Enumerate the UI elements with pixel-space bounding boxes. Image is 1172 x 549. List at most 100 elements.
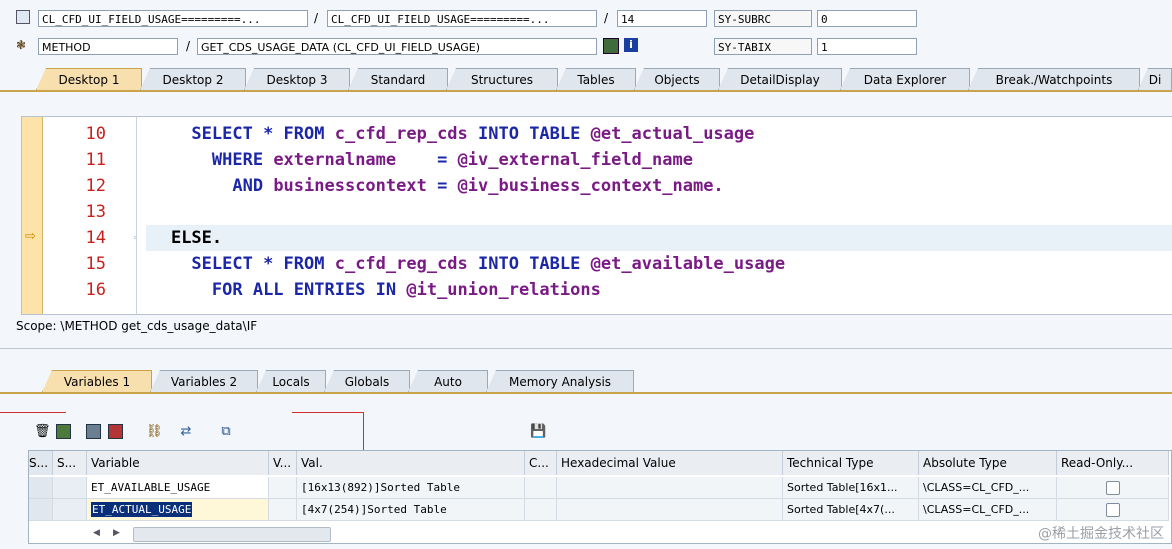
- tab-data-explorer[interactable]: Data Explorer: [840, 68, 970, 90]
- code-text: AND businesscontext = @iv_business_conte…: [232, 176, 724, 196]
- col-header-technical-type[interactable]: Technical Type: [783, 451, 919, 475]
- col-header-status-2[interactable]: S...: [53, 451, 87, 475]
- line-number: 14: [85, 228, 106, 248]
- technical-type-cell: Sorted Table[4x7(...: [783, 499, 919, 521]
- window-icon[interactable]: ⧉: [218, 424, 234, 440]
- code-line-current: 14 ELSE.: [22, 225, 1172, 251]
- share-icon[interactable]: ⇄: [178, 424, 194, 440]
- value-cell[interactable]: [16x13(892)]Sorted Table: [297, 477, 525, 499]
- tab-locals[interactable]: Locals: [256, 370, 326, 392]
- code-line: 10 SELECT * FROM c_cfd_rep_cds INTO TABL…: [22, 121, 1172, 147]
- tab-desktop-2[interactable]: Desktop 2: [140, 68, 246, 90]
- read-only-cell: [1057, 499, 1169, 521]
- line-number: 11: [85, 150, 106, 170]
- class-field[interactable]: CL_CFD_UI_FIELD_USAGE=========...: [38, 10, 308, 27]
- v-cell: [269, 477, 297, 499]
- technical-type-cell: Sorted Table[16x1...: [783, 477, 919, 499]
- tab-detaildisplay[interactable]: DetailDisplay: [718, 68, 842, 90]
- code-text: WHERE externalname = @iv_external_field_…: [211, 150, 693, 170]
- variables-load-icon[interactable]: [56, 424, 71, 439]
- horizontal-scrollbar[interactable]: [133, 527, 331, 542]
- selected-variable-text: ET_ACTUAL_USAGE: [91, 502, 193, 517]
- col-header-read-only[interactable]: Read-Only...: [1057, 451, 1169, 475]
- tab-objects[interactable]: Objects: [634, 68, 720, 90]
- variable-cell-selected[interactable]: ET_ACTUAL_USAGE: [87, 499, 269, 521]
- tab-tables[interactable]: Tables: [556, 68, 636, 90]
- variables-save-icon[interactable]: [86, 424, 101, 439]
- include-field[interactable]: CL_CFD_UI_FIELD_USAGE=========...: [327, 10, 597, 27]
- line-number: 13: [85, 202, 106, 222]
- row-selector[interactable]: [29, 477, 53, 499]
- method-field[interactable]: GET_CDS_USAGE_DATA (CL_CFD_UI_FIELD_USAG…: [197, 38, 597, 55]
- variables-tabstrip: Variables 1 Variables 2 Locals Globals A…: [0, 370, 1172, 392]
- tab-variables-1[interactable]: Variables 1: [42, 370, 152, 392]
- hex-cell: [557, 477, 783, 499]
- tab-structures[interactable]: Structures: [446, 68, 558, 90]
- line-field[interactable]: 14: [617, 10, 707, 27]
- col-header-status[interactable]: S...: [29, 451, 53, 475]
- hierarchy-icon[interactable]: ⛓: [146, 424, 163, 440]
- variable-cell[interactable]: ET_AVAILABLE_USAGE: [87, 477, 269, 499]
- tab-memory-analysis[interactable]: Memory Analysis: [486, 370, 634, 392]
- save-icon[interactable]: 💾: [530, 424, 546, 440]
- col-header-v[interactable]: V...: [269, 451, 297, 475]
- tab-underline: [0, 90, 1172, 92]
- sy-subrc-value[interactable]: 0: [817, 10, 917, 27]
- row-selector[interactable]: [29, 499, 53, 521]
- divider: [0, 348, 1172, 349]
- hex-cell: [557, 499, 783, 521]
- absolute-type-cell: \CLASS=CL_CFD_...: [919, 477, 1057, 499]
- separator: /: [604, 11, 609, 25]
- sy-tabix-value[interactable]: 1: [817, 38, 917, 55]
- tab-desktop-1[interactable]: Desktop 1: [36, 68, 142, 90]
- code-line: 15 SELECT * FROM c_cfd_reg_cds INTO TABL…: [22, 251, 1172, 277]
- class-icon: [16, 10, 30, 24]
- tab-underline: [0, 392, 1172, 394]
- variables-export-icon[interactable]: [108, 424, 123, 439]
- read-only-checkbox[interactable]: [1105, 481, 1120, 495]
- status-cell: [53, 499, 87, 521]
- variables-grid: S... S... Variable V... Val. C... Hexade…: [28, 450, 1172, 544]
- col-header-value[interactable]: Val.: [297, 451, 525, 475]
- info-icon[interactable]: i: [624, 38, 638, 52]
- tab-break-watchpoints[interactable]: Break./Watchpoints: [968, 68, 1140, 90]
- sy-subrc-label: SY-SUBRC: [714, 10, 812, 27]
- code-text: FOR ALL ENTRIES IN @it_union_relations: [211, 280, 601, 300]
- value-cell[interactable]: [4x7(254)]Sorted Table: [297, 499, 525, 521]
- tab-auto[interactable]: Auto: [408, 370, 488, 392]
- read-only-cell: [1057, 477, 1169, 499]
- code-text: SELECT * FROM c_cfd_reg_cds INTO TABLE @…: [191, 254, 786, 274]
- col-header-c[interactable]: C...: [525, 451, 557, 475]
- scope-label: Scope: \METHOD get_cds_usage_data\IF: [16, 319, 258, 333]
- code-line: 12 AND businesscontext = @iv_business_co…: [22, 173, 1172, 199]
- col-header-hex[interactable]: Hexadecimal Value: [557, 451, 783, 475]
- c-cell: [525, 477, 557, 499]
- source-editor[interactable]: ⇨ ◦ 10 SELECT * FROM c_cfd_rep_cds INTO …: [21, 116, 1172, 315]
- scroll-left-icon[interactable]: ◀: [93, 528, 100, 538]
- watermark: @稀土掘金技术社区: [1038, 526, 1164, 542]
- read-only-checkbox[interactable]: [1105, 503, 1120, 517]
- separator: /: [186, 39, 191, 53]
- tab-di[interactable]: Di: [1138, 68, 1172, 90]
- scroll-right-icon[interactable]: ▶: [113, 528, 120, 538]
- col-header-variable[interactable]: Variable: [87, 451, 269, 475]
- code-line: 11 WHERE externalname = @iv_external_fie…: [22, 147, 1172, 173]
- desktop-tabstrip: Desktop 1 Desktop 2 Desktop 3 Standard S…: [0, 68, 1172, 90]
- col-header-absolute-type[interactable]: Absolute Type: [919, 451, 1057, 475]
- code-text: ELSE.: [170, 228, 223, 248]
- code-line: 16 FOR ALL ENTRIES IN @it_union_relation…: [22, 277, 1172, 303]
- tab-globals[interactable]: Globals: [324, 370, 410, 392]
- code-text: SELECT * FROM c_cfd_rep_cds INTO TABLE @…: [191, 124, 755, 144]
- line-number: 16: [85, 280, 106, 300]
- separator: /: [314, 11, 319, 25]
- status-cell: [53, 477, 87, 499]
- type-field[interactable]: METHOD: [38, 38, 178, 55]
- line-number: 12: [85, 176, 106, 196]
- annotation-line: [292, 412, 364, 413]
- line-number: 10: [85, 124, 106, 144]
- tab-variables-2[interactable]: Variables 2: [150, 370, 258, 392]
- tab-desktop-3[interactable]: Desktop 3: [244, 68, 350, 90]
- delete-icon[interactable]: 🗑: [34, 424, 51, 440]
- tab-standard[interactable]: Standard: [348, 68, 448, 90]
- display-source-icon[interactable]: [603, 38, 619, 54]
